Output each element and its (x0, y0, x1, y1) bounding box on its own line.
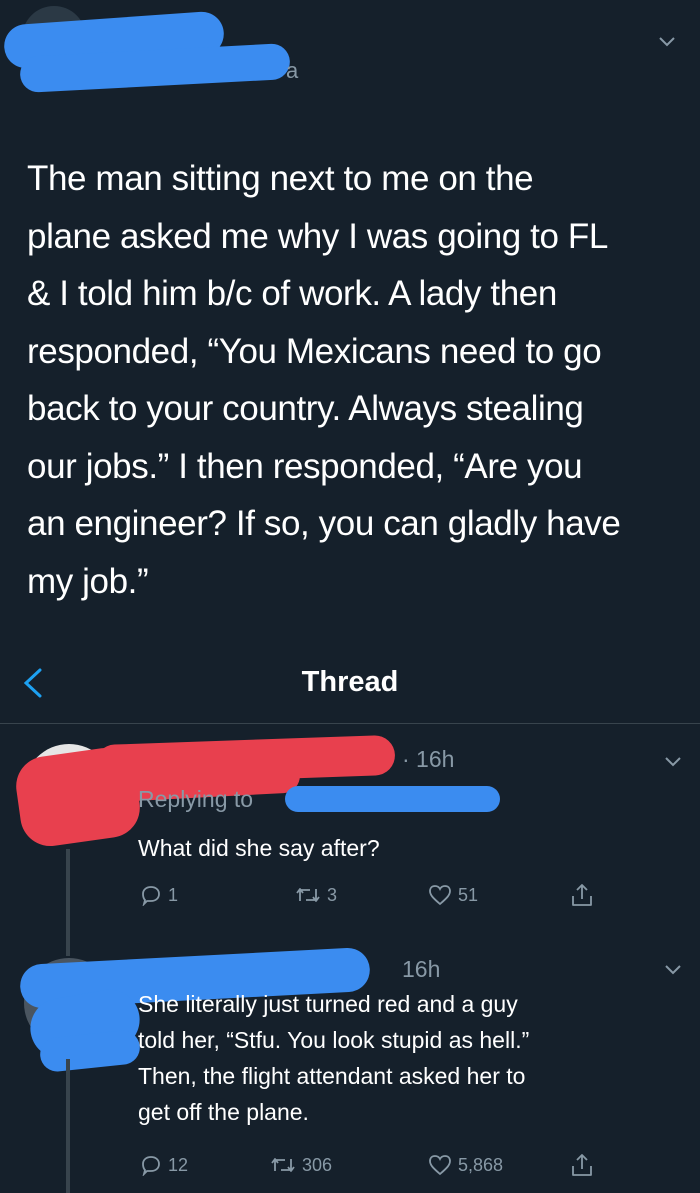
reply-button[interactable]: 12 (140, 1154, 188, 1176)
like-button[interactable]: 5,868 (428, 1154, 503, 1176)
retweet-icon (295, 884, 321, 906)
retweet-count: 3 (327, 884, 338, 905)
tweet-text: The man sitting next to me on the plane … (27, 159, 621, 601)
thread-line (66, 1059, 70, 1193)
page-title: Thread (301, 666, 399, 698)
redaction-mark (285, 786, 500, 812)
tweet-text: What did she say after? (138, 835, 380, 861)
tweet-text: She literally just turned red and a guy … (138, 991, 530, 1125)
share-icon (570, 882, 594, 908)
reply-count: 1 (168, 884, 179, 905)
chevron-down-icon[interactable] (664, 756, 682, 768)
reply-button[interactable]: 1 (140, 884, 178, 906)
thread-line (66, 849, 70, 934)
share-button[interactable] (570, 1152, 594, 1178)
handle-fragment: a (286, 58, 299, 83)
reply-tweet[interactable]: 16h She literally just turned red and a … (0, 934, 700, 1193)
like-count: 51 (458, 884, 479, 905)
retweet-button[interactable]: 306 (270, 1154, 332, 1176)
top-tweet: a The man sitting next to me on the plan… (0, 0, 700, 650)
like-button[interactable]: 51 (428, 884, 478, 906)
reply-icon (140, 884, 162, 906)
replying-to-label: Replying to (138, 786, 254, 812)
like-icon (428, 1154, 452, 1176)
share-button[interactable] (570, 882, 594, 908)
tweet-time: · 16h (402, 746, 455, 772)
like-icon (428, 884, 452, 906)
reply-tweet[interactable]: · 16h Replying to What did she say after… (0, 724, 700, 934)
reply-count: 12 (168, 1154, 189, 1175)
twitter-thread-screen: a The man sitting next to me on the plan… (0, 0, 700, 1193)
chevron-down-icon[interactable] (664, 964, 682, 976)
chevron-down-icon[interactable] (658, 36, 676, 48)
tweet-time: 16h (402, 956, 441, 982)
reply-icon (140, 1154, 162, 1176)
retweet-count: 306 (302, 1154, 333, 1175)
retweet-button[interactable]: 3 (295, 884, 337, 906)
retweet-icon (270, 1154, 296, 1176)
thread-line (66, 934, 70, 956)
share-icon (570, 1152, 594, 1178)
like-count: 5,868 (458, 1154, 504, 1175)
